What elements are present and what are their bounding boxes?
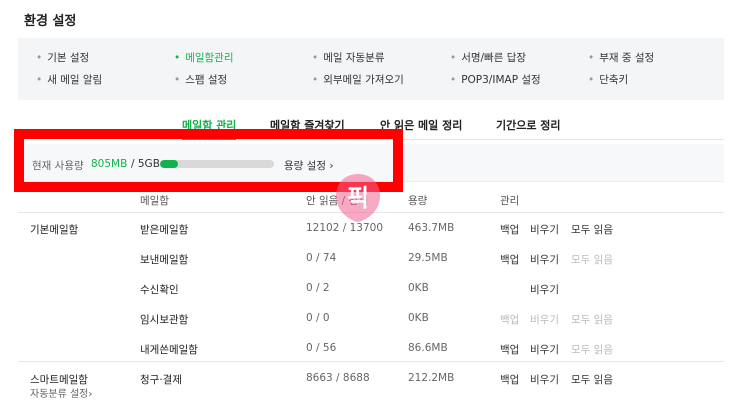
settings-item-basic[interactable]: • 기본 설정	[36, 50, 89, 65]
mail-size: 212.2MB	[408, 372, 455, 384]
bullet-icon: •	[312, 74, 319, 86]
bullet-icon: •	[450, 52, 457, 64]
usage-progress-fill	[160, 160, 179, 168]
settings-item-label: 스팸 설정	[185, 74, 228, 86]
empty-button: 비우기	[530, 314, 559, 326]
bullet-icon: •	[36, 52, 43, 64]
storage-setting-link[interactable]: 용량 설정 ›	[284, 158, 334, 173]
bullet-icon: •	[312, 52, 319, 64]
backup-button[interactable]: 백업	[500, 342, 519, 357]
mailbox-name[interactable]: 받은메일함	[140, 222, 188, 237]
table-row: 임시보관함 0 / 0 0KB 백업 비우기 모두 읽음	[0, 303, 730, 333]
backup-button[interactable]: 백업	[500, 252, 519, 267]
settings-item-label: 메일 자동분류	[323, 52, 385, 64]
settings-item-auto-sort[interactable]: • 메일 자동분류	[312, 50, 385, 65]
usage-progress-bar	[160, 160, 274, 168]
mail-count: 8663 / 8688	[306, 372, 370, 384]
table-row: 보낸메일함 0 / 74 29.5MB 백업 비우기 모두 읽음	[0, 243, 730, 273]
bullet-icon: •	[588, 52, 595, 64]
mail-size: 29.5MB	[408, 252, 448, 264]
active-tab-indicator	[182, 137, 236, 140]
group-divider	[18, 361, 724, 362]
mailbox-name[interactable]: 보낸메일함	[140, 252, 188, 267]
empty-button[interactable]: 비우기	[530, 222, 559, 237]
settings-item-label: 새 메일 알림	[47, 74, 103, 86]
mailbox-name[interactable]: 임시보관함	[140, 312, 188, 327]
settings-item-spam[interactable]: • 스팸 설정	[174, 72, 227, 87]
column-header-mailbox: 메일함	[140, 195, 169, 207]
settings-item-shortcuts[interactable]: • 단축키	[588, 72, 628, 87]
mark-all-read-button[interactable]: 모두 읽음	[571, 372, 613, 387]
settings-item-label: 메일함관리	[185, 52, 234, 64]
settings-menu: • 기본 설정 • 메일함관리 • 메일 자동분류 • 서명/빠른 답장 • 부재 중 설…	[18, 38, 724, 100]
usage-total: / 5GB	[131, 158, 160, 170]
mark-all-read-button: 모두 읽음	[571, 344, 613, 356]
watermark-logo: 픽	[336, 174, 380, 222]
mailbox-name[interactable]: 청구·결제	[140, 372, 182, 387]
settings-item-new-mail-alert[interactable]: • 새 메일 알림	[36, 72, 102, 87]
table-row: 수신확인 0 / 2 0KB 비우기	[0, 273, 730, 303]
bullet-icon: •	[174, 52, 181, 64]
mail-size: 463.7MB	[408, 222, 455, 234]
mailbox-name[interactable]: 수신확인	[140, 282, 179, 297]
mail-count: 0 / 56	[306, 342, 337, 354]
table-row: 스마트메일함 청구·결제 8663 / 8688 212.2MB 백업 비우기 …	[0, 363, 730, 393]
backup-button[interactable]: 백업	[500, 372, 519, 387]
mail-size: 0KB	[408, 282, 429, 294]
bullet-icon: •	[174, 74, 181, 86]
tab-mailbox-manage[interactable]: 메일함 관리	[182, 117, 236, 133]
settings-item-signature[interactable]: • 서명/빠른 답장	[450, 50, 526, 65]
mail-size: 86.6MB	[408, 342, 448, 354]
mail-size: 0KB	[408, 312, 429, 324]
usage-used: 805MB	[91, 158, 128, 170]
auto-sort-setting-link[interactable]: 자동분류 설정›	[30, 385, 92, 400]
settings-item-label: 단축키	[599, 74, 629, 86]
settings-item-label: 부재 중 설정	[599, 52, 655, 64]
page-title: 환경 설정	[24, 14, 77, 29]
empty-button[interactable]: 비우기	[530, 372, 559, 387]
empty-button[interactable]: 비우기	[530, 282, 559, 297]
backup-button[interactable]: 백업	[500, 222, 519, 237]
tab-mailbox-favorites[interactable]: 메일함 즐겨찾기	[270, 117, 345, 133]
mark-all-read-button[interactable]: 모두 읽음	[571, 222, 613, 237]
mail-count: 0 / 74	[306, 252, 337, 264]
bullet-icon: •	[588, 74, 595, 86]
tab-period-cleanup[interactable]: 기간으로 정리	[496, 117, 561, 133]
bullet-icon: •	[36, 74, 43, 86]
tab-unread-cleanup[interactable]: 안 읽은 메일 정리	[380, 117, 462, 133]
table-row: 내게쓴메일함 0 / 56 86.6MB 백업 비우기 모두 읽음	[0, 333, 730, 363]
empty-button[interactable]: 비우기	[530, 252, 559, 267]
settings-item-mailbox-manage[interactable]: • 메일함관리	[174, 50, 234, 65]
mark-all-read-button: 모두 읽음	[571, 314, 613, 326]
backup-button: 백업	[500, 314, 520, 326]
column-header-size: 용량	[408, 195, 428, 207]
column-header-manage: 관리	[500, 195, 520, 207]
mailbox-tabs: 메일함 관리 메일함 즐겨찾기 안 읽은 메일 정리 기간으로 정리	[160, 110, 724, 140]
mark-all-read-button: 모두 읽음	[571, 254, 613, 266]
settings-item-label: 기본 설정	[47, 52, 90, 64]
mail-count: 0 / 2	[306, 282, 330, 294]
settings-item-absence[interactable]: • 부재 중 설정	[588, 50, 654, 65]
watermark-text: 픽	[347, 184, 369, 212]
bullet-icon: •	[450, 74, 457, 86]
settings-item-label: 서명/빠른 답장	[461, 52, 527, 64]
empty-button[interactable]: 비우기	[530, 342, 559, 357]
settings-item-label: 외부메일 가져오기	[323, 74, 404, 86]
settings-item-label: POP3/IMAP 설정	[461, 74, 541, 86]
mail-count: 0 / 0	[306, 312, 330, 324]
settings-item-pop3-imap[interactable]: • POP3/IMAP 설정	[450, 72, 541, 87]
settings-item-external-mail[interactable]: • 외부메일 가져오기	[312, 72, 404, 87]
category-label: 기본메일함	[30, 224, 79, 236]
usage-label: 현재 사용량	[32, 160, 84, 172]
mailbox-name[interactable]: 내게쓴메일함	[140, 342, 198, 357]
